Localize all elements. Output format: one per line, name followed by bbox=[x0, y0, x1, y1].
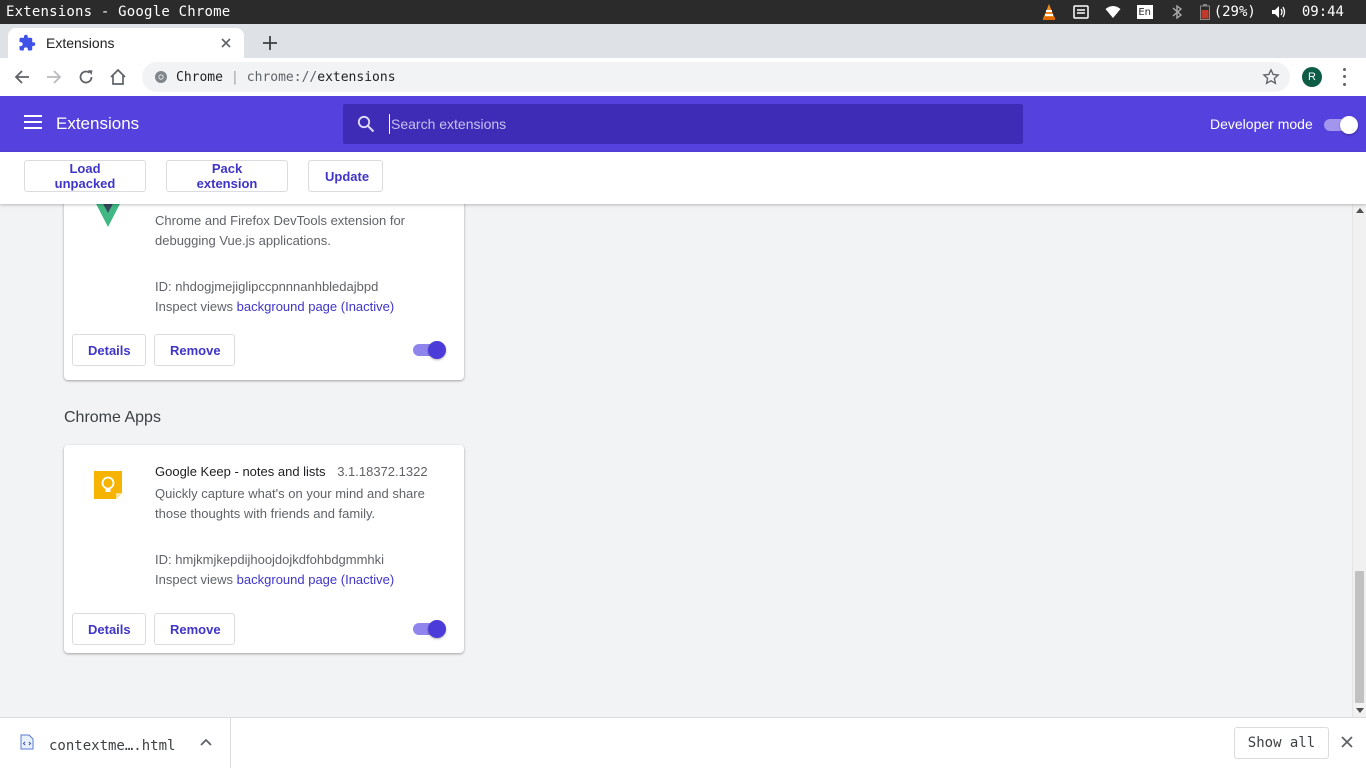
wifi-icon[interactable] bbox=[1104, 3, 1122, 21]
scroll-up-arrow-icon[interactable] bbox=[1356, 208, 1364, 213]
clock[interactable]: 09:44 bbox=[1302, 4, 1344, 20]
chrome-apps-heading: Chrome Apps bbox=[64, 409, 161, 426]
inspect-views-label: Inspect views bbox=[155, 572, 234, 587]
update-button[interactable]: Update bbox=[308, 160, 383, 192]
os-top-bar: Extensions - Google Chrome En (29%) 09:4… bbox=[0, 0, 1366, 24]
volume-icon[interactable] bbox=[1270, 3, 1288, 21]
download-shelf: contextme….html Show all bbox=[0, 717, 1366, 768]
bluetooth-icon[interactable] bbox=[1168, 3, 1186, 21]
omnibox-scheme: chrome:// bbox=[246, 69, 318, 85]
details-button[interactable]: Details bbox=[72, 334, 146, 366]
pack-extension-button[interactable]: Pack extension bbox=[166, 160, 288, 192]
keyboard-layout-icon[interactable]: En bbox=[1136, 3, 1154, 21]
battery-indicator[interactable]: (29%) bbox=[1199, 4, 1256, 20]
back-button[interactable] bbox=[6, 61, 38, 93]
home-button[interactable] bbox=[102, 61, 134, 93]
html-file-icon bbox=[20, 734, 34, 750]
vue-logo-icon bbox=[92, 204, 124, 227]
load-unpacked-button[interactable]: Load unpacked bbox=[24, 160, 146, 192]
inspect-views-label: Inspect views bbox=[155, 299, 234, 314]
background-page-link[interactable]: background page (Inactive) bbox=[237, 299, 395, 314]
download-file-name: contextme….html bbox=[49, 738, 176, 754]
extension-card: Chrome and Firefox DevTools extension fo… bbox=[64, 204, 464, 380]
search-box[interactable] bbox=[343, 104, 1023, 144]
extension-id: ID: nhdogjmejiglipccpnnnanhbledajbpd bbox=[155, 279, 379, 294]
extensions-list: Chrome and Firefox DevTools extension fo… bbox=[0, 204, 1352, 717]
google-keep-icon bbox=[92, 469, 124, 501]
battery-percent: (29%) bbox=[1213, 4, 1256, 20]
omnibox-path: extensions bbox=[317, 69, 396, 85]
inbox-icon[interactable] bbox=[1072, 3, 1090, 21]
app-version: 3.1.18372.1322 bbox=[337, 464, 428, 479]
close-tab-icon[interactable] bbox=[218, 35, 234, 51]
profile-avatar[interactable]: R bbox=[1302, 67, 1322, 87]
omnibox[interactable]: Chrome | chrome:// extensions bbox=[142, 62, 1290, 92]
arrow-right-icon bbox=[47, 70, 62, 84]
details-button[interactable]: Details bbox=[72, 613, 146, 645]
reload-icon bbox=[79, 70, 93, 84]
app-name: Google Keep - notes and lists bbox=[155, 464, 326, 479]
window-title: Extensions - Google Chrome bbox=[6, 4, 231, 20]
app-description: Quickly capture what's on your mind and … bbox=[155, 486, 425, 521]
chrome-logo-icon bbox=[155, 71, 167, 83]
system-tray: En (29%) 09:44 bbox=[1040, 3, 1360, 21]
home-icon bbox=[110, 68, 126, 85]
vlc-icon[interactable] bbox=[1040, 3, 1058, 21]
chrome-menu-icon[interactable] bbox=[1336, 66, 1352, 88]
background-page-link[interactable]: background page (Inactive) bbox=[237, 572, 395, 587]
scroll-down-arrow-icon[interactable] bbox=[1356, 708, 1364, 713]
bookmark-star-icon[interactable] bbox=[1262, 68, 1280, 86]
search-icon bbox=[357, 115, 375, 133]
extension-enable-toggle[interactable] bbox=[412, 341, 446, 359]
developer-toolbar: Load unpacked Pack extension Update bbox=[0, 152, 1366, 204]
battery-icon bbox=[1199, 4, 1210, 20]
omnibox-site-label: Chrome bbox=[176, 69, 223, 85]
app-id: ID: hmjkmjkepdijhoojdojkdfohbdgmmhki bbox=[155, 552, 385, 567]
omnibox-separator: | bbox=[230, 69, 239, 85]
puzzle-piece-icon bbox=[18, 34, 36, 52]
hamburger-menu-icon[interactable] bbox=[24, 115, 42, 133]
app-name-row: Google Keep - notes and lists 3.1.18372.… bbox=[155, 464, 428, 479]
page-title: Extensions bbox=[56, 114, 140, 133]
tab-title: Extensions bbox=[46, 35, 115, 51]
app-inspect-views: Inspect views background page (Inactive) bbox=[155, 572, 394, 587]
inspect-views: Inspect views background page (Inactive) bbox=[155, 299, 394, 314]
download-item[interactable]: contextme….html bbox=[0, 718, 231, 768]
page-scrollbar[interactable] bbox=[1352, 204, 1366, 717]
search-input[interactable] bbox=[389, 114, 989, 134]
browser-toolbar: Chrome | chrome:// extensions R bbox=[0, 58, 1366, 96]
close-shelf-icon[interactable] bbox=[1340, 735, 1356, 751]
scrollbar-thumb[interactable] bbox=[1355, 571, 1364, 703]
tab-extensions[interactable]: Extensions bbox=[8, 28, 244, 58]
new-tab-button[interactable] bbox=[258, 31, 282, 55]
remove-button[interactable]: Remove bbox=[154, 334, 235, 366]
developer-mode-label: Developer mode bbox=[1210, 116, 1313, 132]
forward-button[interactable] bbox=[38, 61, 70, 93]
show-all-button[interactable]: Show all bbox=[1234, 727, 1329, 759]
tab-strip: Extensions bbox=[0, 24, 1366, 58]
arrow-left-icon bbox=[14, 70, 29, 84]
plus-icon bbox=[263, 36, 277, 50]
reload-button[interactable] bbox=[70, 61, 102, 93]
app-card: Google Keep - notes and lists 3.1.18372.… bbox=[64, 445, 464, 653]
extension-description: Chrome and Firefox DevTools extension fo… bbox=[155, 213, 406, 248]
keyboard-layout-label: En bbox=[1138, 6, 1152, 18]
remove-button[interactable]: Remove bbox=[154, 613, 235, 645]
app-enable-toggle[interactable] bbox=[412, 620, 446, 638]
extensions-header: Extensions Developer mode bbox=[0, 96, 1366, 152]
chevron-up-icon[interactable] bbox=[199, 735, 213, 749]
developer-mode-toggle[interactable] bbox=[1322, 116, 1358, 134]
